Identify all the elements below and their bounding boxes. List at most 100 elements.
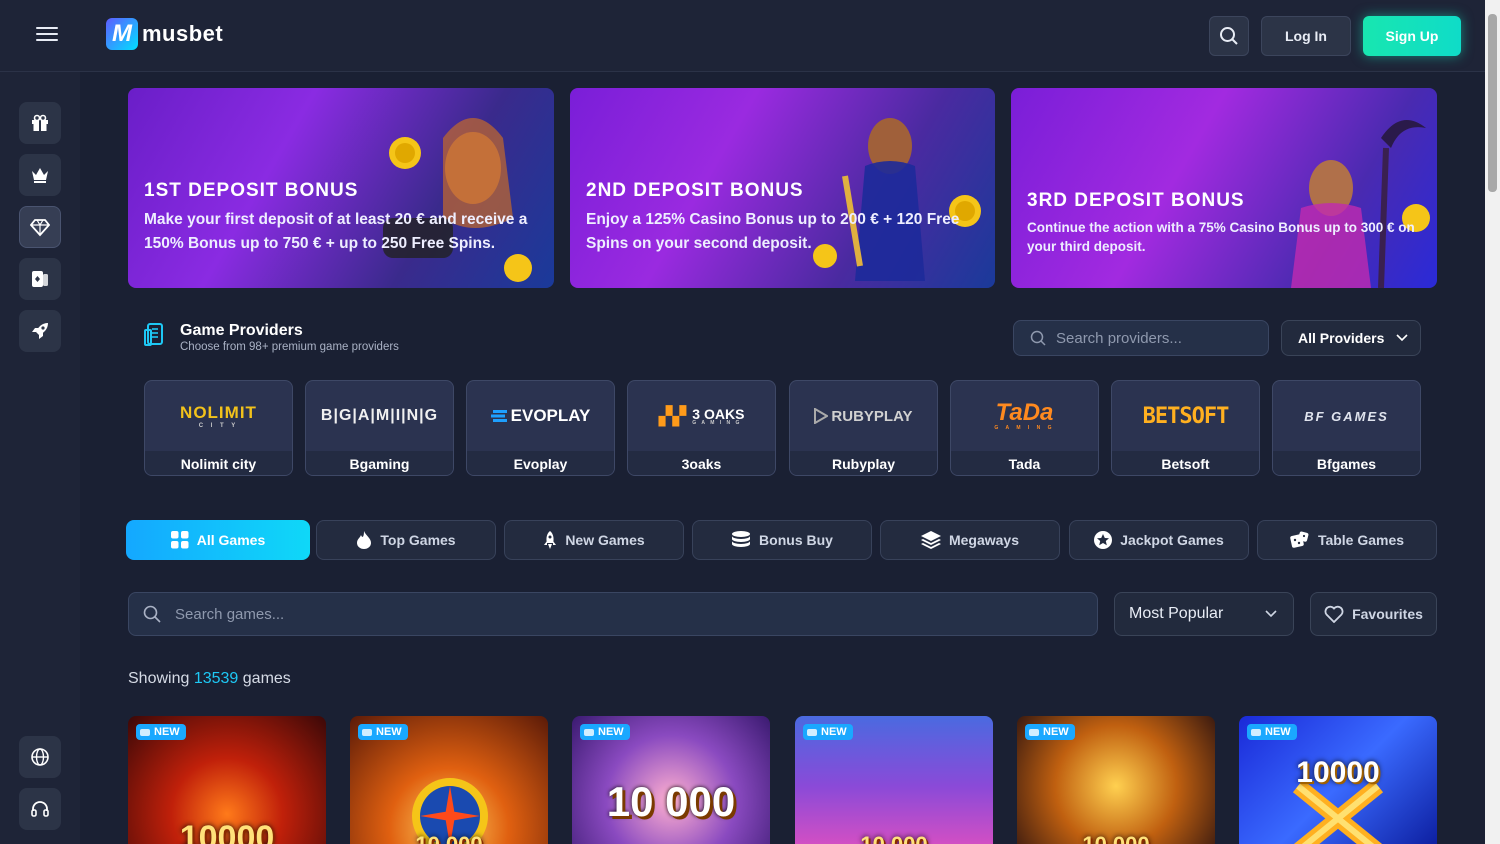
game-card[interactable]: NEW 10.000: [795, 716, 993, 844]
favourites-button[interactable]: Favourites: [1310, 592, 1437, 636]
game-title-art: 10.000: [795, 832, 993, 844]
providers-title: Game Providers: [180, 322, 303, 339]
promo-text: Enjoy a 125% Casino Bonus up to 200 € + …: [586, 211, 960, 252]
logo[interactable]: M musbet: [106, 18, 223, 50]
promo-card-1[interactable]: 1ST DEPOSIT BONUS Make your first deposi…: [128, 88, 554, 288]
game-card[interactable]: NEW 10.000: [350, 716, 548, 844]
provider-logo: NOLIMIT C I T Y: [180, 403, 257, 429]
login-button[interactable]: Log In: [1261, 16, 1351, 56]
new-badge: NEW: [136, 724, 186, 740]
signup-button[interactable]: Sign Up: [1363, 16, 1461, 56]
tab-label: All Games: [196, 532, 266, 548]
heart-icon: [1324, 605, 1344, 623]
promo-text: Make your first deposit of at least 20 €…: [144, 211, 528, 252]
provider-card[interactable]: TaDa G A M I N G Tada: [950, 380, 1099, 476]
game-title-art: 10 000: [606, 778, 736, 825]
provider-logo: RUBYPLAY: [790, 381, 937, 451]
tab-jackpot-games[interactable]: Jackpot Games: [1069, 520, 1249, 560]
games-search-placeholder: Search games...: [175, 605, 285, 623]
provider-card[interactable]: B|G|A|M|I|N|G Bgaming: [305, 380, 454, 476]
tab-bonus-buy[interactable]: Bonus Buy: [692, 520, 872, 560]
provider-logo: B|G|A|M|I|N|G: [320, 407, 439, 424]
tab-label: Top Games: [380, 532, 456, 548]
game-card[interactable]: NEW 10000: [128, 716, 326, 844]
provider-card[interactable]: NOLIMIT C I T Y Nolimit city: [144, 380, 293, 476]
menu-icon[interactable]: [36, 27, 58, 45]
scrollbar-thumb[interactable]: [1488, 14, 1497, 192]
game-card[interactable]: NEW 10.000: [1017, 716, 1215, 844]
provider-card[interactable]: BF GAMES Bfgames: [1272, 380, 1421, 476]
play-icon: [814, 408, 829, 424]
game-title-art: 10.000: [350, 832, 548, 844]
main-content: 1ST DEPOSIT BONUS Make your first deposi…: [80, 72, 1485, 844]
game-title-art: 10.000: [1017, 832, 1215, 844]
promo-art: [1291, 120, 1430, 288]
games-count: 13539: [193, 670, 239, 687]
provider-card[interactable]: ▞▞ 3 OAKS G A M I N G 3oaks: [627, 380, 776, 476]
tab-top-games[interactable]: Top Games: [316, 520, 496, 560]
providers-icon: [144, 323, 163, 346]
provider-name: Evoplay: [467, 451, 614, 475]
diamond-icon[interactable]: [19, 206, 61, 248]
providers-subtitle: Choose from 98+ premium game providers: [180, 341, 399, 353]
chevron-down-icon: [1265, 610, 1277, 618]
globe-icon[interactable]: [19, 736, 61, 778]
tab-label: Megaways: [948, 532, 1020, 548]
grid-icon: [170, 531, 189, 549]
tab-label: Jackpot Games: [1120, 532, 1224, 548]
logo-text: musbet: [142, 21, 224, 46]
gift-icon[interactable]: [19, 102, 61, 144]
provider-name: Rubyplay: [790, 451, 937, 475]
providers-filter-label: All Providers: [1298, 330, 1385, 346]
promo-card-2[interactable]: 2ND DEPOSIT BONUS Enjoy a 125% Casino Bo…: [570, 88, 995, 288]
tab-new-games[interactable]: New Games: [504, 520, 684, 560]
dice-icon: [1290, 531, 1309, 548]
rocket-icon[interactable]: [19, 310, 61, 352]
promo-card-3[interactable]: 3RD DEPOSIT BONUS Continue the action wi…: [1011, 88, 1437, 288]
provider-name: Bgaming: [306, 451, 453, 475]
provider-logo: BETSOFT: [1142, 403, 1230, 429]
tab-label: Bonus Buy: [759, 532, 833, 548]
layers-icon: [920, 531, 941, 549]
crown-icon[interactable]: [19, 154, 61, 196]
provider-logo: EVOPLAY: [467, 381, 614, 451]
new-badge: NEW: [358, 724, 408, 740]
headset-icon[interactable]: [19, 788, 61, 830]
promo-title: 2ND DEPOSIT BONUS: [586, 180, 804, 201]
provider-name: Nolimit city: [145, 451, 292, 475]
tab-label: Table Games: [1317, 532, 1405, 548]
star-badge-icon: [1094, 531, 1113, 549]
evoplay-mark: [490, 410, 507, 422]
sort-select[interactable]: Most Popular: [1114, 592, 1294, 636]
provider-logo: BF GAMES: [1304, 408, 1389, 424]
provider-card[interactable]: RUBYPLAY Rubyplay: [789, 380, 938, 476]
providers-search-placeholder: Search providers...: [1056, 329, 1182, 347]
search-button[interactable]: [1209, 16, 1249, 56]
tab-table-games[interactable]: Table Games: [1257, 520, 1437, 560]
rocket-icon: [544, 531, 557, 549]
new-badge: NEW: [1247, 724, 1297, 740]
favourites-label: Favourites: [1352, 606, 1423, 622]
new-badge: NEW: [803, 724, 853, 740]
game-card[interactable]: NEW 10000: [1239, 716, 1437, 844]
provider-card[interactable]: BETSOFT Betsoft: [1111, 380, 1260, 476]
providers-filter-select[interactable]: All Providers: [1281, 320, 1421, 356]
provider-logo: TaDa G A M I N G: [994, 399, 1055, 432]
provider-card[interactable]: EVOPLAY Evoplay: [466, 380, 615, 476]
results-count: Showing 13539 games: [128, 670, 291, 687]
provider-name: 3oaks: [628, 451, 775, 475]
sort-label: Most Popular: [1129, 605, 1224, 622]
tab-megaways[interactable]: Megaways: [880, 520, 1060, 560]
game-title-art: 10000: [179, 819, 275, 844]
promo-text: Continue the action with a 75% Casino Bo…: [1027, 220, 1415, 254]
cards-icon[interactable]: [19, 258, 61, 300]
tab-all-games[interactable]: All Games: [126, 520, 310, 560]
games-search-input[interactable]: Search games...: [128, 592, 1098, 636]
top-bar: M musbet Log In Sign Up: [0, 0, 1485, 72]
fire-icon: [357, 531, 372, 549]
game-card[interactable]: NEW 10 000: [572, 716, 770, 844]
promo-title: 3RD DEPOSIT BONUS: [1027, 190, 1245, 211]
providers-search-input[interactable]: Search providers...: [1013, 320, 1269, 356]
page-scrollbar[interactable]: [1485, 0, 1500, 844]
search-icon: [1030, 330, 1046, 346]
